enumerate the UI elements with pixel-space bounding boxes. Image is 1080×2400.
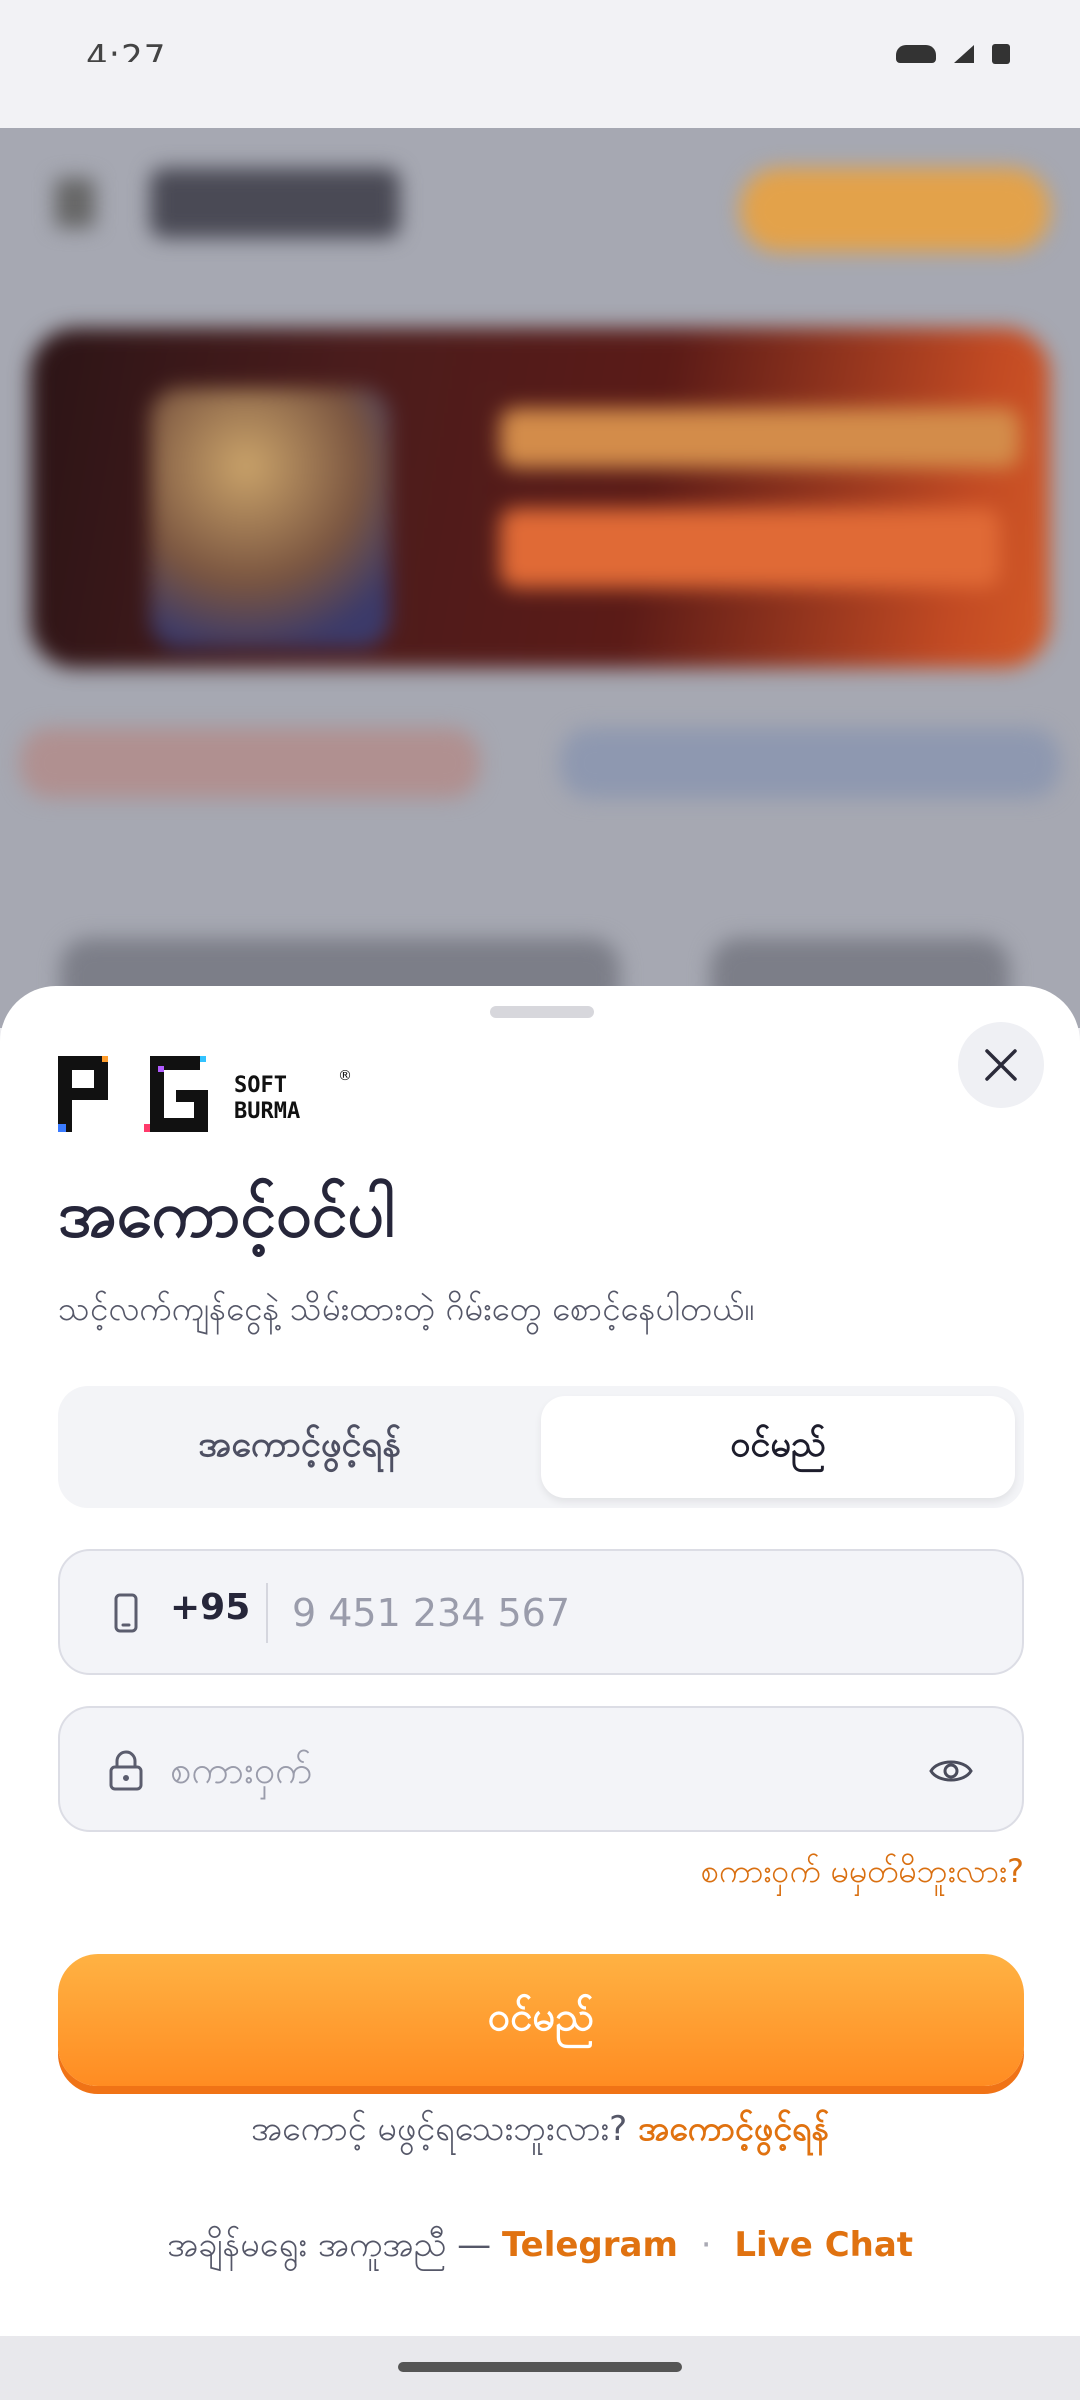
login-button[interactable]: ဝင်မည် <box>58 1954 1024 2086</box>
forgot-password-link[interactable]: စကားဝှက် မမှတ်မိဘူးလား? <box>701 1850 1024 1898</box>
page-title: အကောင့်ဝင်ပါ <box>58 1178 395 1252</box>
status-time: 4:27 <box>86 38 167 62</box>
background-page <box>0 128 1080 1028</box>
no-account-row: အကောင့် မဖွင့်ရသေးဘူးလား? အကောင့်ဖွင့်ရန… <box>0 2106 1080 2157</box>
no-account-text: အကောင့် မဖွင့်ရသေးဘူးလား? <box>250 2109 628 2149</box>
logo-text-soft: SOFT <box>234 1073 287 1098</box>
sheet-grabber[interactable] <box>490 1006 594 1018</box>
password-field[interactable] <box>58 1706 1024 1832</box>
wifi-icon <box>896 45 936 63</box>
login-sheet: SOFT BURMA ® အကောင့်ဝင်ပါ သင့်လက်ကျန်ငွေ… <box>0 986 1080 2336</box>
navigation-bar <box>0 2336 1080 2400</box>
register-link[interactable]: အကောင့်ဖွင့်ရန် <box>638 2109 829 2149</box>
telegram-link[interactable]: Telegram <box>502 2225 678 2265</box>
eye-icon[interactable] <box>928 1748 974 1794</box>
status-bar: 4:27 <box>0 0 1080 128</box>
close-icon <box>985 1049 1017 1081</box>
background-promo-strip <box>560 728 1060 798</box>
phone-icon <box>114 1593 138 1633</box>
country-code[interactable]: +95 <box>170 1587 250 1628</box>
help-text: အချိန်မရွေး အကူအညီ — <box>166 2225 492 2265</box>
background-menu-icon <box>55 178 95 228</box>
live-chat-link[interactable]: Live Chat <box>734 2225 913 2265</box>
background-promo-strip <box>20 728 480 798</box>
auth-tabs: အကောင့်ဖွင့်ရန် ဝင်မည် <box>58 1386 1024 1508</box>
tab-login[interactable]: ဝင်မည် <box>541 1396 1015 1498</box>
home-indicator[interactable] <box>398 2362 682 2372</box>
background-banner <box>30 328 1050 668</box>
help-separator: · <box>700 2225 712 2265</box>
logo-text-burma: BURMA <box>234 1099 300 1124</box>
help-row: အချိန်မရွေး အကူအညီ — Telegram · Live Cha… <box>0 2222 1080 2273</box>
phone-input[interactable] <box>292 1577 892 1649</box>
phone-field[interactable]: +95 <box>58 1549 1024 1675</box>
signal-icon <box>954 45 974 63</box>
tab-register[interactable]: အကောင့်ဖွင့်ရန် <box>58 1396 541 1498</box>
logo-registered-mark: ® <box>338 1068 352 1084</box>
field-divider <box>266 1583 268 1643</box>
password-input[interactable] <box>170 1734 870 1806</box>
pg-soft-burma-logo: SOFT BURMA ® <box>58 1056 352 1132</box>
background-logo <box>150 168 400 238</box>
status-icons <box>896 44 1010 64</box>
background-header-button <box>740 168 1050 252</box>
page-subtitle: သင့်လက်ကျန်ငွေနဲ့ သိမ်းထားတဲ့ ဂိမ်းတွေ စ… <box>58 1289 755 1328</box>
battery-icon <box>992 44 1010 64</box>
lock-icon <box>109 1750 143 1791</box>
close-button[interactable] <box>958 1022 1044 1108</box>
